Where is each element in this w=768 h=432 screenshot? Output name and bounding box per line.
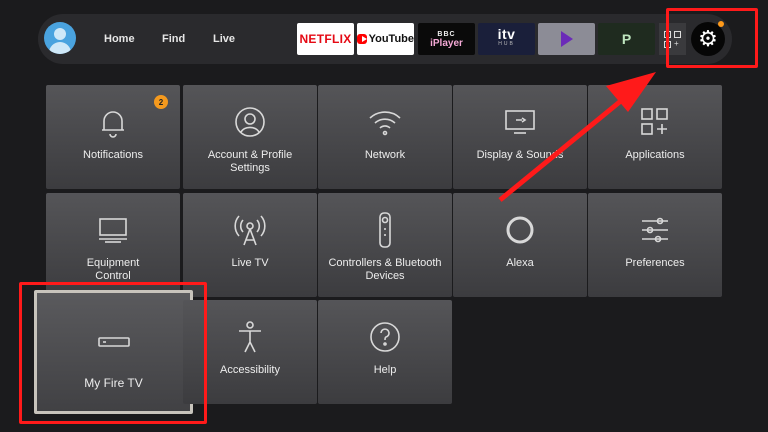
pointer-arrow (498, 72, 656, 202)
